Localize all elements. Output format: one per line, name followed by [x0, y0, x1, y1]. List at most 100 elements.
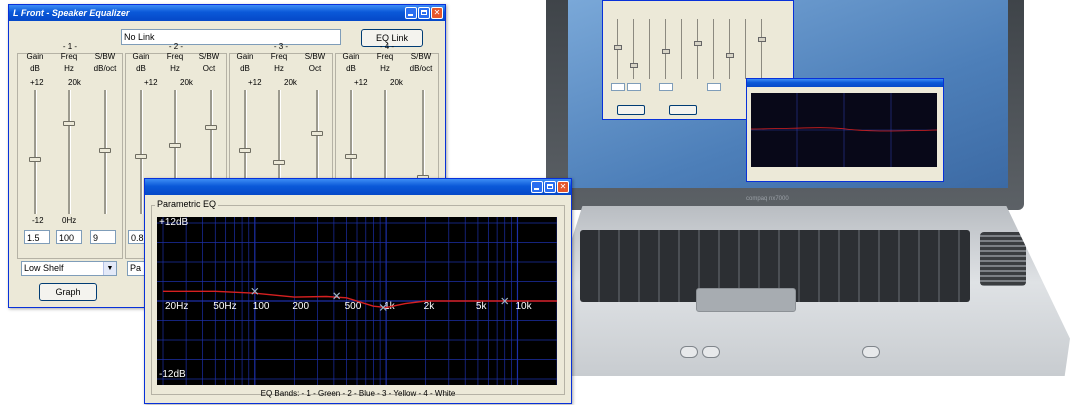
- mini-slider-thumb: [662, 49, 670, 54]
- eq-window-title: L Front - Speaker Equalizer: [13, 8, 130, 18]
- freq-header: Freq: [376, 52, 394, 61]
- mini-parametric-window: [746, 78, 944, 182]
- band-number: - 2 -: [168, 42, 184, 51]
- close-button[interactable]: ✕: [557, 181, 569, 193]
- mini-slider-thumb: [758, 37, 766, 42]
- mini-plot-svg: [750, 93, 938, 167]
- maximize-button[interactable]: [418, 7, 430, 19]
- band-number: - 3 -: [273, 42, 289, 51]
- mini-field: [659, 83, 673, 91]
- maximize-icon: [547, 184, 553, 189]
- laptop-lid: compaq nx7000: [546, 0, 1024, 210]
- laptop-touchpad: [696, 288, 796, 312]
- mini-plot: [750, 93, 938, 167]
- mini-slider-thumb: [630, 63, 638, 68]
- freq-top-tick: 20k: [284, 78, 297, 87]
- gain-slider-thumb[interactable]: [135, 153, 147, 159]
- sbw-slider-thumb[interactable]: [205, 125, 217, 131]
- freq-unit: Hz: [380, 64, 390, 73]
- maximize-button[interactable]: [544, 181, 556, 193]
- y-axis-min-label: -12dB: [159, 369, 186, 380]
- peq-window-titlebar[interactable]: ✕: [145, 179, 571, 195]
- gain-bottom-tick: -12: [32, 216, 44, 225]
- gain-top-tick: +12: [144, 78, 158, 87]
- gain-slider-track[interactable]: [140, 90, 143, 214]
- frequency-tick-label: 5k: [476, 301, 488, 312]
- sbw-slider-thumb[interactable]: [311, 131, 323, 137]
- freq-slider-thumb[interactable]: [273, 159, 285, 165]
- close-icon: ✕: [559, 182, 567, 191]
- sbw-value-field[interactable]: 9: [90, 230, 116, 244]
- eq-response-plot: 20Hz 50Hz 100 200 500 1k 2k 5k 10k +12dB -12dB: [157, 217, 558, 385]
- frequency-tick-label: 2k: [424, 301, 436, 312]
- frequency-tick-label: 100: [253, 301, 270, 312]
- gain-header: Gain: [132, 52, 150, 61]
- eq-window-controls: ✕: [405, 7, 443, 19]
- freq-slider-thumb[interactable]: [63, 121, 75, 127]
- freq-value-field[interactable]: 100: [56, 230, 82, 244]
- minimize-button[interactable]: [405, 7, 417, 19]
- mini-slider-track: [697, 19, 698, 79]
- minimize-button[interactable]: [531, 181, 543, 193]
- mini-slider-thumb: [726, 53, 734, 58]
- gain-value-field[interactable]: 1.5: [24, 230, 50, 244]
- mini-field: [611, 83, 625, 91]
- freq-slider-track[interactable]: [68, 90, 71, 214]
- laptop-photo: compaq nx7000: [540, 0, 1078, 405]
- sbw-unit: dB/oct: [409, 64, 433, 73]
- frequency-tick-label: 200: [292, 301, 309, 312]
- sbw-header: S/BW: [94, 52, 116, 61]
- frequency-tick-label: 50Hz: [213, 301, 236, 312]
- mini-slider-track: [633, 19, 634, 79]
- frequency-tick-label: 500: [345, 301, 362, 312]
- freq-slider-thumb[interactable]: [169, 142, 181, 148]
- filter-type-value: Pa: [130, 263, 142, 273]
- sbw-header: S/BW: [304, 52, 326, 61]
- mini-slider-track: [713, 19, 714, 79]
- freq-header: Freq: [270, 52, 288, 61]
- filter-type-value: Low Shelf: [24, 263, 64, 273]
- mini-slider-thumb: [614, 45, 622, 50]
- laptop-speaker-grille: [980, 232, 1026, 286]
- frequency-tick-label: 20Hz: [165, 301, 188, 312]
- band-1-filter-select[interactable]: Low Shelf ▼: [21, 261, 117, 276]
- eq-band-1: - 1 - Gain Freq S/BW dB Hz dB/oct +12 20…: [17, 42, 123, 259]
- sbw-unit: dB/oct: [93, 64, 117, 73]
- eq-bands-legend: EQ Bands: - 1 - Green - 2 - Blue - 3 - Y…: [260, 389, 456, 398]
- sbw-unit: Oct: [202, 64, 216, 73]
- mini-field: [707, 83, 721, 91]
- freq-top-tick: 20k: [390, 78, 403, 87]
- freq-bottom-tick: 0Hz: [62, 216, 77, 225]
- freq-top-tick: 20k: [68, 78, 81, 87]
- graph-button[interactable]: Graph: [39, 283, 97, 301]
- gain-slider-thumb[interactable]: [239, 147, 251, 153]
- y-axis-max-label: +12dB: [159, 217, 189, 228]
- sbw-header: S/BW: [410, 52, 432, 61]
- close-button[interactable]: ✕: [431, 7, 443, 19]
- gain-slider-thumb[interactable]: [345, 153, 357, 159]
- maximize-icon: [421, 10, 427, 15]
- close-icon: ✕: [433, 8, 441, 17]
- laptop-front-button: [680, 346, 698, 358]
- chevron-down-icon: ▼: [103, 262, 116, 275]
- sbw-slider-thumb[interactable]: [99, 147, 111, 153]
- eq-window-titlebar[interactable]: L Front - Speaker Equalizer ✕: [9, 5, 445, 21]
- band-marker-2[interactable]: [333, 292, 341, 300]
- freq-top-tick: 20k: [180, 78, 193, 87]
- sbw-unit: Oct: [308, 64, 322, 73]
- mini-button: [617, 105, 645, 115]
- freq-unit: Hz: [170, 64, 180, 73]
- frequency-tick-label: 10k: [515, 301, 532, 312]
- gain-slider-thumb[interactable]: [29, 157, 41, 163]
- gain-unit: dB: [240, 64, 250, 73]
- band-number: - 1 -: [62, 42, 78, 51]
- gain-header: Gain: [342, 52, 360, 61]
- gain-top-tick: +12: [354, 78, 368, 87]
- gain-unit: dB: [136, 64, 146, 73]
- gain-slider-track[interactable]: [34, 90, 37, 214]
- laptop-base: [540, 206, 1070, 376]
- laptop-front-button: [862, 346, 880, 358]
- gain-top-tick: +12: [248, 78, 262, 87]
- mini-slider-track: [649, 19, 650, 79]
- gain-unit: dB: [30, 64, 40, 73]
